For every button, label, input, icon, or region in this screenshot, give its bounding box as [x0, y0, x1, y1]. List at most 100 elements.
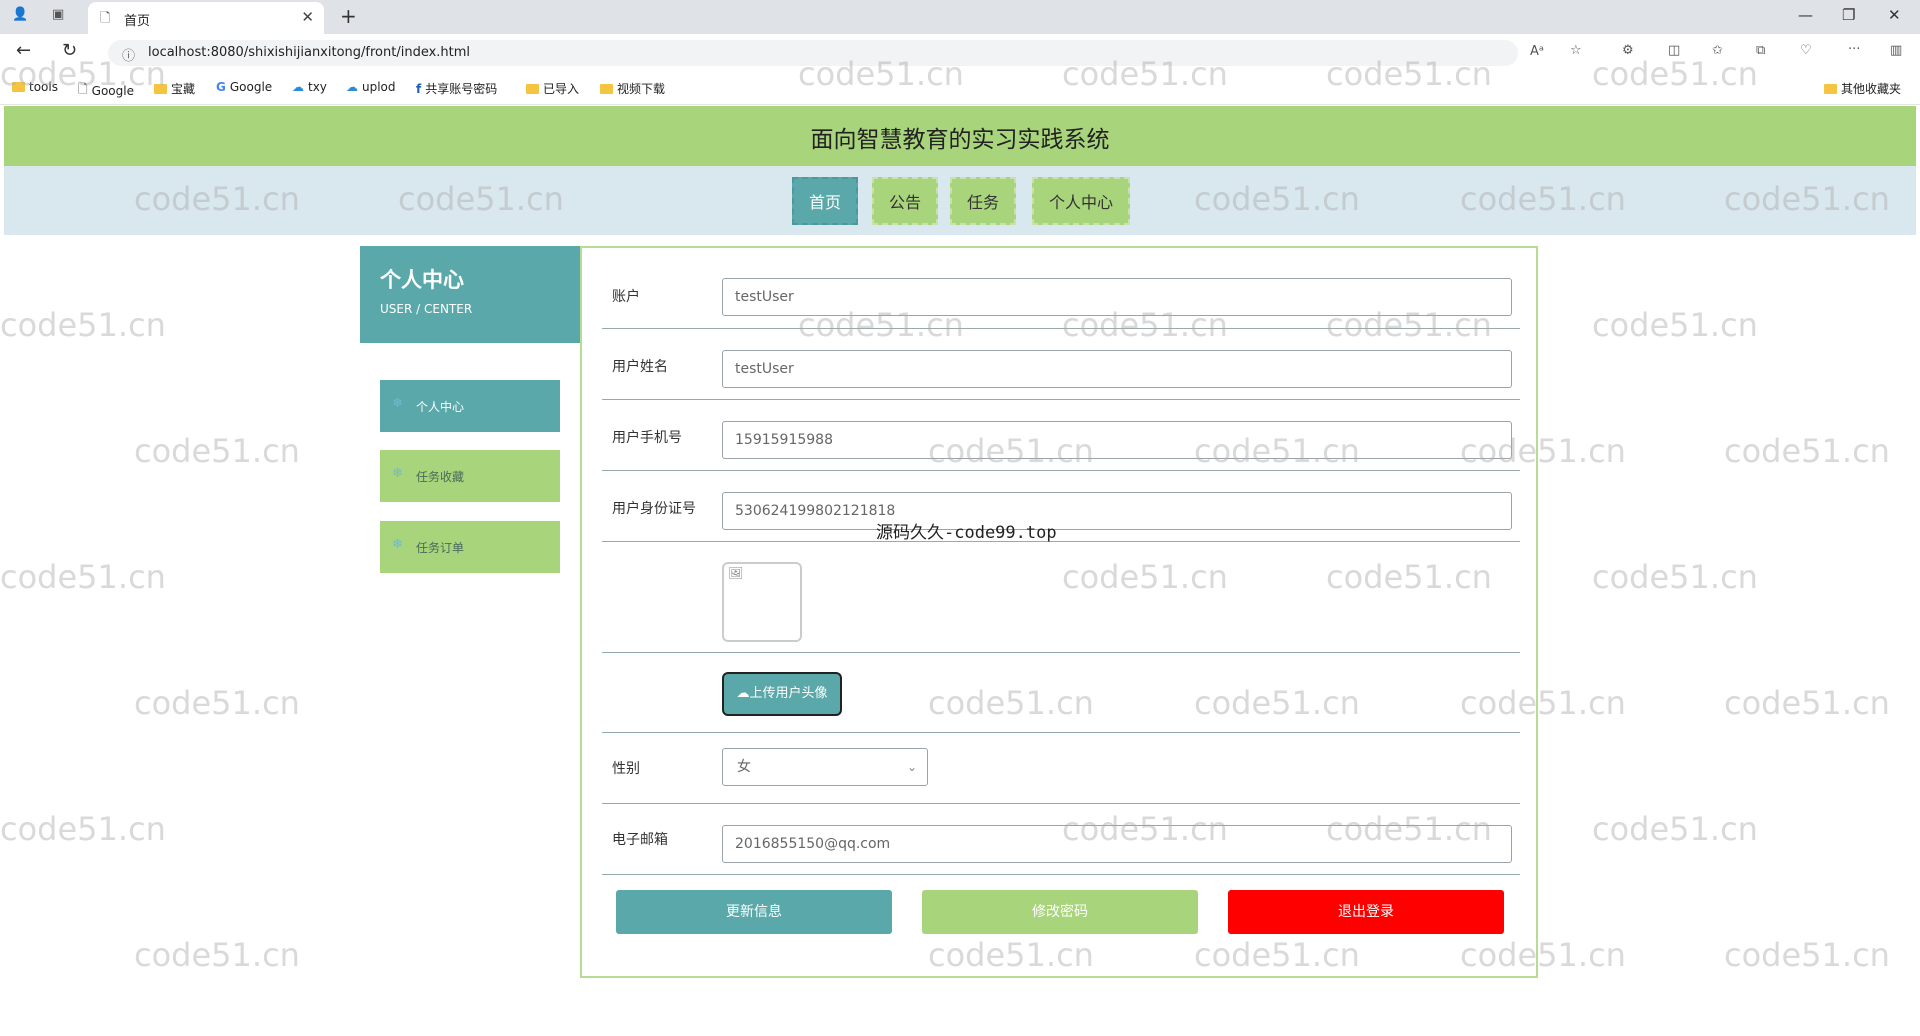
browser-tab[interactable]: 🗋 首页 ✕ [88, 2, 324, 34]
watermark: code51.cn [0, 810, 166, 848]
sidebar-item-label: 任务订单 [416, 541, 465, 555]
logout-button[interactable]: 退出登录 [1228, 890, 1504, 934]
watermark: code51.cn [0, 558, 166, 596]
site-title: 面向智慧教育的实习实践系统 [810, 127, 1110, 153]
account-label: 账户 [612, 289, 640, 305]
form-row-name: 用户姓名 testUser [602, 328, 1520, 400]
main-nav: 首页 公告 任务 个人中心 [4, 166, 1916, 235]
watermark: code51.cn [1592, 306, 1758, 344]
folder-icon [1824, 83, 1837, 94]
cloud-icon: ☁ [292, 80, 304, 94]
form-row-email: 电子邮箱 2016855150@qq.com [602, 803, 1520, 875]
bookmark-imported[interactable]: 已导入 [526, 80, 579, 97]
snowflake-icon: ❄ [392, 466, 403, 481]
bookmark-other-favorites[interactable]: 其他收藏夹 [1824, 80, 1901, 97]
minimize-icon[interactable]: — [1798, 6, 1813, 24]
cloud-icon: ☁ [346, 80, 358, 94]
reload-icon[interactable]: ↻ [62, 40, 77, 61]
nav-home[interactable]: 首页 [792, 177, 858, 225]
bookmark-google-2[interactable]: G Google [216, 80, 272, 94]
url-field[interactable]: ⓘ localhost:8080/shixishijianxitong/fron… [108, 40, 1518, 66]
extensions-icon[interactable]: ⚙ [1622, 43, 1634, 58]
gender-value: 女 [737, 759, 751, 775]
phone-label: 用户手机号 [612, 430, 682, 446]
sidebar-item-label: 任务收藏 [416, 470, 465, 484]
overlay-watermark-text: 源码久久-code99.top [876, 523, 1057, 543]
watermark: code51.cn [1592, 558, 1758, 596]
watermark: code51.cn [134, 432, 300, 470]
folder-icon [600, 83, 613, 94]
tab-title: 首页 [124, 14, 151, 29]
bookmark-uplod[interactable]: ☁ uplod [346, 80, 396, 94]
app-icon: f [416, 81, 422, 96]
phone-input[interactable]: 15915915988 [722, 421, 1512, 459]
watermark: code51.cn [134, 684, 300, 722]
page-icon: 🗋 [100, 11, 111, 26]
name-input[interactable]: testUser [722, 350, 1512, 388]
info-icon[interactable]: ⓘ [122, 45, 135, 64]
tab-actions-icon[interactable]: ▣ [52, 7, 64, 22]
more-icon[interactable]: ··· [1848, 42, 1860, 57]
email-label: 电子邮箱 [612, 832, 668, 848]
upload-avatar-button[interactable]: ☁上传用户头像 [722, 672, 842, 716]
close-window-icon[interactable]: ✕ [1888, 6, 1901, 24]
profile-form: 账户 testUser 用户姓名 testUser 用户手机号 15915915… [580, 246, 1538, 978]
user-center-title: 个人中心 [380, 268, 464, 292]
user-center-header: 个人中心 USER / CENTER [360, 246, 580, 343]
nav-task[interactable]: 任务 [950, 177, 1016, 225]
broken-image-icon: 🖼 [728, 566, 744, 580]
chevron-down-icon: ⌄ [906, 760, 917, 774]
bookmark-txy[interactable]: ☁ txy [292, 80, 327, 94]
form-row-idcard: 用户身份证号 530624199802121818 [602, 470, 1520, 542]
bookmark-google-1[interactable]: 🗋 Google [78, 80, 134, 101]
snowflake-icon: ❄ [392, 396, 403, 411]
back-icon[interactable]: ← [16, 40, 31, 61]
profile-icon[interactable]: 👤 [12, 7, 28, 22]
browser-tab-bar: 👤 ▣ 🗋 首页 ✕ + — ❐ ✕ [0, 0, 1920, 34]
sidebar-item-task-orders[interactable]: ❄ 任务订单 [380, 521, 560, 573]
watermark: code51.cn [1592, 810, 1758, 848]
watermark: code51.cn [1724, 684, 1890, 722]
watermark: code51.cn [1724, 432, 1890, 470]
form-row-account: 账户 testUser [602, 248, 1520, 329]
bookmark-tools[interactable]: tools [12, 80, 58, 94]
folder-icon [154, 83, 167, 94]
watermark: code51.cn [0, 306, 166, 344]
read-aloud-icon[interactable]: Aᵃ [1530, 44, 1544, 59]
watermark: code51.cn [1724, 936, 1890, 974]
restore-icon[interactable]: ❐ [1842, 6, 1855, 24]
collections-icon[interactable]: ⧉ [1756, 43, 1765, 58]
idcard-label: 用户身份证号 [612, 501, 696, 517]
bookmark-video-download[interactable]: 视频下载 [600, 80, 665, 97]
new-tab-icon[interactable]: + [340, 4, 357, 28]
close-tab-icon[interactable]: ✕ [301, 8, 314, 26]
nav-notice[interactable]: 公告 [872, 177, 938, 225]
watermark: code51.cn [134, 936, 300, 974]
bookmarks-bar: tools 🗋 Google 宝藏 G Google ☁ txy ☁ uplod f 共享… [0, 72, 1920, 105]
sidebar-icon[interactable]: ▥ [1890, 43, 1902, 58]
split-screen-icon[interactable]: ◫ [1668, 43, 1680, 58]
idcard-input[interactable]: 530624199802121818 [722, 492, 1512, 530]
avatar-image: 🖼 [722, 562, 802, 642]
sidebar-item-label: 个人中心 [416, 400, 465, 414]
bookmark-baozang[interactable]: 宝藏 [154, 80, 195, 97]
change-password-button[interactable]: 修改密码 [922, 890, 1198, 934]
account-input[interactable]: testUser [722, 278, 1512, 316]
email-input[interactable]: 2016855150@qq.com [722, 825, 1512, 863]
bookmark-shared-accounts[interactable]: f 共享账号密码 [416, 80, 497, 97]
favorite-star-icon[interactable]: ☆ [1570, 43, 1582, 58]
form-row-phone: 用户手机号 15915915988 [602, 399, 1520, 471]
site-header: 面向智慧教育的实习实践系统 [4, 106, 1916, 166]
upload-label: 上传用户头像 [749, 686, 828, 701]
update-info-button[interactable]: 更新信息 [616, 890, 892, 934]
sidebar-item-task-favorites[interactable]: ❄ 任务收藏 [380, 450, 560, 502]
sidebar-item-user-center[interactable]: ❄ 个人中心 [380, 380, 560, 432]
google-icon: G [216, 80, 226, 94]
nav-user-center[interactable]: 个人中心 [1032, 177, 1130, 225]
gender-select[interactable]: 女 ⌄ [722, 748, 928, 786]
browser-essentials-icon[interactable]: ♡ [1800, 43, 1812, 58]
folder-icon [12, 82, 25, 92]
gender-label: 性别 [612, 761, 640, 777]
folder-icon [526, 83, 539, 94]
favorites-icon[interactable]: ✩ [1712, 43, 1723, 58]
